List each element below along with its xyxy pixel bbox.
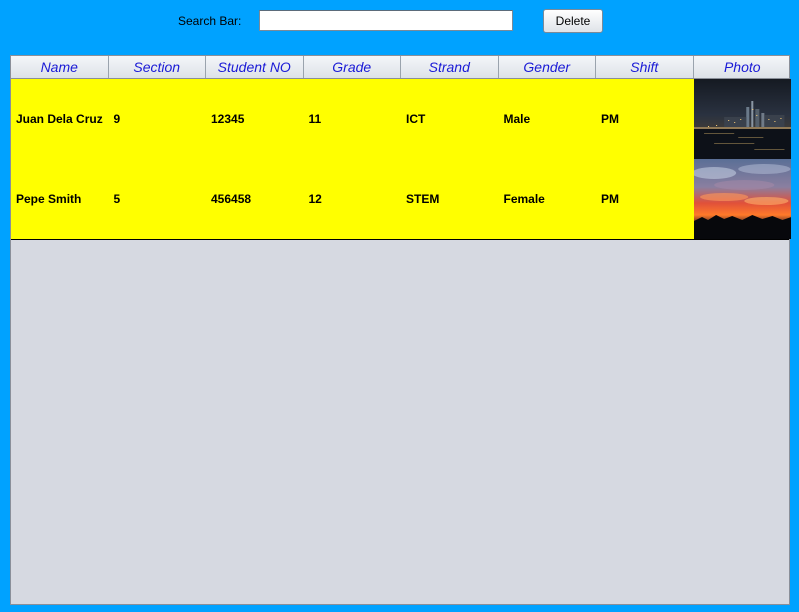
cell-section[interactable]: 9 xyxy=(108,79,206,159)
cell-name[interactable]: Pepe Smith xyxy=(11,159,109,239)
cell-name[interactable]: Juan Dela Cruz xyxy=(11,79,109,159)
table-row[interactable]: Juan Dela Cruz 9 12345 11 ICT Male PM xyxy=(11,79,791,159)
column-header-gender[interactable]: Gender xyxy=(499,56,596,78)
column-header-shift[interactable]: Shift xyxy=(596,56,694,78)
cell-strand[interactable]: ICT xyxy=(401,79,499,159)
column-header-section[interactable]: Section xyxy=(109,56,206,78)
cell-student-no[interactable]: 456458 xyxy=(206,159,304,239)
column-header-student-no[interactable]: Student NO xyxy=(206,56,304,78)
search-input[interactable] xyxy=(259,10,513,31)
city-night-skyline-photo xyxy=(693,79,791,159)
cell-grade[interactable]: 11 xyxy=(303,79,401,159)
delete-button[interactable]: Delete xyxy=(543,9,603,33)
column-header-name[interactable]: Name xyxy=(11,56,109,78)
students-table: Name Section Student NO Grade Strand Gen… xyxy=(10,55,791,605)
table-row[interactable]: Pepe Smith 5 456458 12 STEM Female PM xyxy=(11,159,791,239)
column-header-strand[interactable]: Strand xyxy=(401,56,499,78)
table-body: Juan Dela Cruz 9 12345 11 ICT Male PM Pe… xyxy=(11,79,791,240)
cell-gender[interactable]: Female xyxy=(498,159,596,239)
column-header-photo[interactable]: Photo xyxy=(694,56,792,78)
cell-student-no[interactable]: 12345 xyxy=(206,79,304,159)
search-label: Search Bar: xyxy=(178,14,242,28)
cell-shift[interactable]: PM xyxy=(596,159,694,239)
cell-photo[interactable] xyxy=(693,159,791,239)
table-header: Name Section Student NO Grade Strand Gen… xyxy=(11,56,789,79)
cell-photo[interactable] xyxy=(693,79,791,159)
cell-section[interactable]: 5 xyxy=(108,159,206,239)
sunset-sky-photo xyxy=(693,159,791,239)
cell-gender[interactable]: Male xyxy=(498,79,596,159)
cell-shift[interactable]: PM xyxy=(596,79,694,159)
cell-strand[interactable]: STEM xyxy=(401,159,499,239)
cell-grade[interactable]: 12 xyxy=(303,159,401,239)
column-header-grade[interactable]: Grade xyxy=(304,56,401,78)
